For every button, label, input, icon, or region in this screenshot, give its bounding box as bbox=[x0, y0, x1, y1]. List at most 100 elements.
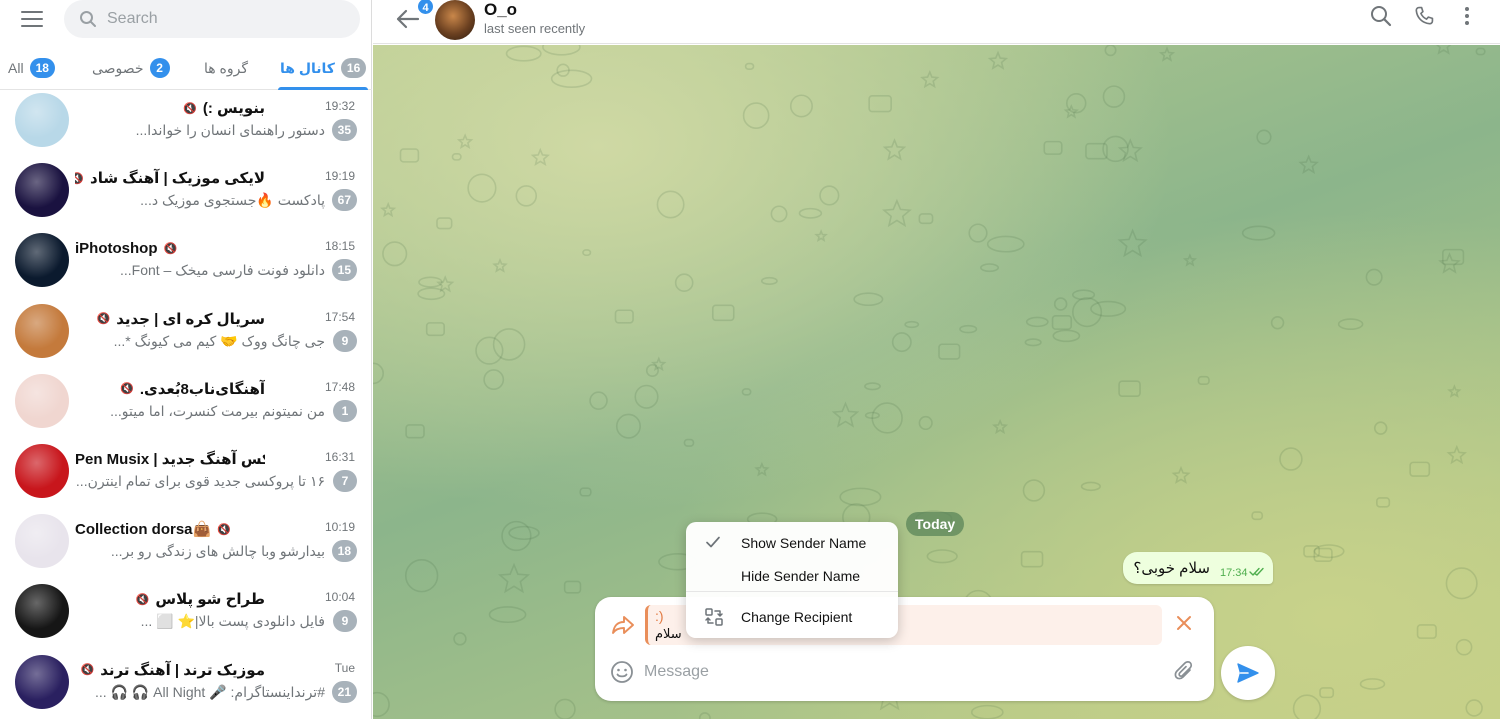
more-vertical-icon[interactable] bbox=[1458, 5, 1476, 27]
doodle-shape bbox=[417, 287, 446, 301]
search-box[interactable] bbox=[64, 0, 360, 38]
mehrab-logo-avatar bbox=[15, 584, 69, 639]
chat-list-item[interactable]: موزیک ترند | آهنگ ترند 🔇 Tue #ترنداینستاگرا… bbox=[0, 652, 372, 719]
menu-item-hide-sender-name[interactable]: Hide Sender Name bbox=[686, 561, 898, 591]
doodle-shape bbox=[760, 276, 778, 285]
doodle-shape bbox=[1102, 85, 1126, 108]
tab-label: خصوصی bbox=[92, 59, 144, 76]
doodle-shape bbox=[634, 384, 659, 409]
message-time: 17:34 bbox=[1220, 567, 1248, 579]
chat-list-item[interactable]: سریال کره ای | جدید 🔇 17:54 جی چانگ ووک 🤝 ک… bbox=[0, 301, 372, 371]
chat-time: 16:31 bbox=[324, 449, 355, 464]
change-recipient-icon bbox=[705, 608, 723, 626]
neon-music-avatar bbox=[15, 163, 69, 218]
doodle-shape bbox=[1365, 268, 1383, 286]
doodle-shape bbox=[853, 292, 884, 307]
doodle-shape bbox=[1435, 45, 1452, 55]
doodle-shape bbox=[380, 201, 397, 218]
doodle-shape bbox=[798, 207, 823, 219]
chat-list-item[interactable]: Collection dorsa👜 🔇 10:19 بیدارشو وبا چالش … bbox=[0, 511, 372, 581]
hamburger-menu-button[interactable] bbox=[18, 9, 46, 29]
doodle-shape bbox=[1025, 316, 1049, 328]
tab-private[interactable]: خصوصی 2 bbox=[92, 46, 170, 90]
forward-options-menu: Show Sender Name Hide Sender Name Change… bbox=[686, 522, 898, 638]
search-icon[interactable] bbox=[1370, 5, 1392, 27]
doodle-shape bbox=[530, 147, 550, 167]
doodle-shape bbox=[488, 606, 527, 624]
doodle-shape bbox=[436, 217, 453, 230]
doodle-shape bbox=[1445, 567, 1478, 600]
tab-all[interactable]: All 18 bbox=[8, 46, 55, 90]
peer-avatar[interactable] bbox=[435, 0, 475, 40]
tab-label: کانال ها bbox=[280, 59, 335, 76]
doodle-shape bbox=[645, 363, 659, 378]
doodle-shape bbox=[920, 69, 940, 89]
doodle-shape bbox=[987, 50, 1009, 70]
chat-list-item[interactable]: لایکی موزیک | آهنگ شاد 🔇 19:19 پادکست 🔥جستج… bbox=[0, 160, 372, 230]
tab-groups[interactable]: گروه ها bbox=[204, 46, 248, 90]
chat-list-item[interactable]: iPhotoshop 🔇 18:15 دانلود فونت فارسی میخک –… bbox=[0, 230, 372, 300]
doodle-shape bbox=[744, 62, 755, 71]
double-check-icon bbox=[1249, 567, 1264, 576]
doodle-shape bbox=[405, 424, 425, 439]
chat-name-text: موزیک ترند | آهنگ ترند bbox=[100, 661, 265, 679]
menu-item-label: Hide Sender Name bbox=[741, 568, 861, 584]
chat-preview: پادکست 🔥جستجوی موزیک د... bbox=[140, 192, 325, 209]
date-separator: Today bbox=[906, 512, 965, 536]
chat-name: iPhotoshop 🔇 bbox=[75, 238, 265, 258]
doodle-shape bbox=[683, 438, 695, 447]
chat-preview: جی چانگ ووک 🤝 کیم می کیونگ *... bbox=[113, 332, 325, 349]
chat-list-item[interactable]: بنویس :) 🔇 19:32 دستور راهنمای انسان را خوا… bbox=[0, 90, 372, 160]
doodle-shape bbox=[959, 324, 978, 334]
phone-icon[interactable] bbox=[1413, 5, 1435, 27]
doodle-shape bbox=[891, 332, 912, 353]
outgoing-message[interactable]: سلام خوبی؟ 17:34 bbox=[1123, 552, 1273, 584]
doodle-shape bbox=[475, 336, 504, 365]
muted-icon: 🔇 bbox=[163, 242, 178, 255]
menu-line-icon bbox=[21, 25, 43, 27]
doodle-shape bbox=[882, 198, 912, 228]
doodle-shape bbox=[968, 223, 988, 243]
chat-preview: #ترنداینستاگرام: 🎤 All Night 🎧 🎧 ... bbox=[94, 683, 325, 700]
tab-channels[interactable]: کانال ها 16 bbox=[278, 46, 369, 90]
peer-name[interactable]: O_o bbox=[484, 0, 517, 20]
tab-label: All bbox=[8, 60, 24, 76]
doodle-shape bbox=[839, 487, 882, 507]
doodle-shape bbox=[1337, 318, 1364, 331]
menu-item-show-sender-name[interactable]: Show Sender Name bbox=[686, 528, 898, 558]
doodle-shape bbox=[1292, 694, 1322, 719]
doodle-shape bbox=[1447, 384, 1462, 398]
doodle-shape bbox=[1359, 678, 1386, 690]
chat-name-text: طراح شو پلاس bbox=[155, 591, 265, 609]
doodle-shape bbox=[1022, 479, 1046, 502]
chat-name: آهنگای‌ناب8بُعدی. 🔇 bbox=[75, 379, 265, 399]
chat-list-item[interactable]: Pen Musix | ریمیکس آهنگ جدید🔇 16:31 ۱۶ تا … bbox=[0, 441, 372, 511]
doodle-shape bbox=[1117, 228, 1148, 258]
emoji-icon[interactable] bbox=[610, 660, 634, 684]
chat-list-item[interactable]: آهنگای‌ناب8بُعدی. 🔇 17:48 من نمیتونم بیرمت … bbox=[0, 371, 372, 441]
doodle-shape bbox=[789, 94, 813, 118]
send-button[interactable] bbox=[1221, 646, 1275, 700]
forward-preview-line1: :) bbox=[655, 608, 664, 624]
paperclip-icon[interactable] bbox=[1173, 659, 1195, 683]
chat-time: 18:15 bbox=[324, 239, 355, 254]
menu-item-change-recipient[interactable]: Change Recipient bbox=[686, 602, 898, 632]
doodle-shape bbox=[453, 632, 467, 646]
doodle-shape bbox=[542, 45, 581, 56]
doodle-shape bbox=[1256, 129, 1272, 145]
search-input[interactable] bbox=[107, 0, 347, 38]
doodle-shape bbox=[589, 391, 608, 410]
menu-item-label: Change Recipient bbox=[741, 609, 853, 625]
message-input[interactable] bbox=[644, 655, 1164, 689]
chat-background: Today سلام خوبی؟ 17:34 :) سلام Message S… bbox=[373, 45, 1500, 719]
chat-list-item[interactable]: طراح شو پلاس 🔇 10:04 فایل دانلودی پست بالا|… bbox=[0, 581, 372, 651]
pencil-character-avatar bbox=[15, 93, 69, 147]
chat-name: Collection dorsa👜 🔇 bbox=[75, 519, 265, 539]
chat-name-text: بنویس :) bbox=[202, 100, 265, 117]
chat-time: 10:19 bbox=[324, 520, 355, 535]
chat-preview: ۱۶ تا پروکسی جدید قوی برای تمام اینترن..… bbox=[75, 472, 325, 489]
close-icon[interactable] bbox=[1175, 614, 1193, 632]
doodle-shape bbox=[615, 413, 641, 439]
unread-badge: 9 bbox=[333, 329, 357, 352]
doodle-shape bbox=[425, 322, 445, 337]
